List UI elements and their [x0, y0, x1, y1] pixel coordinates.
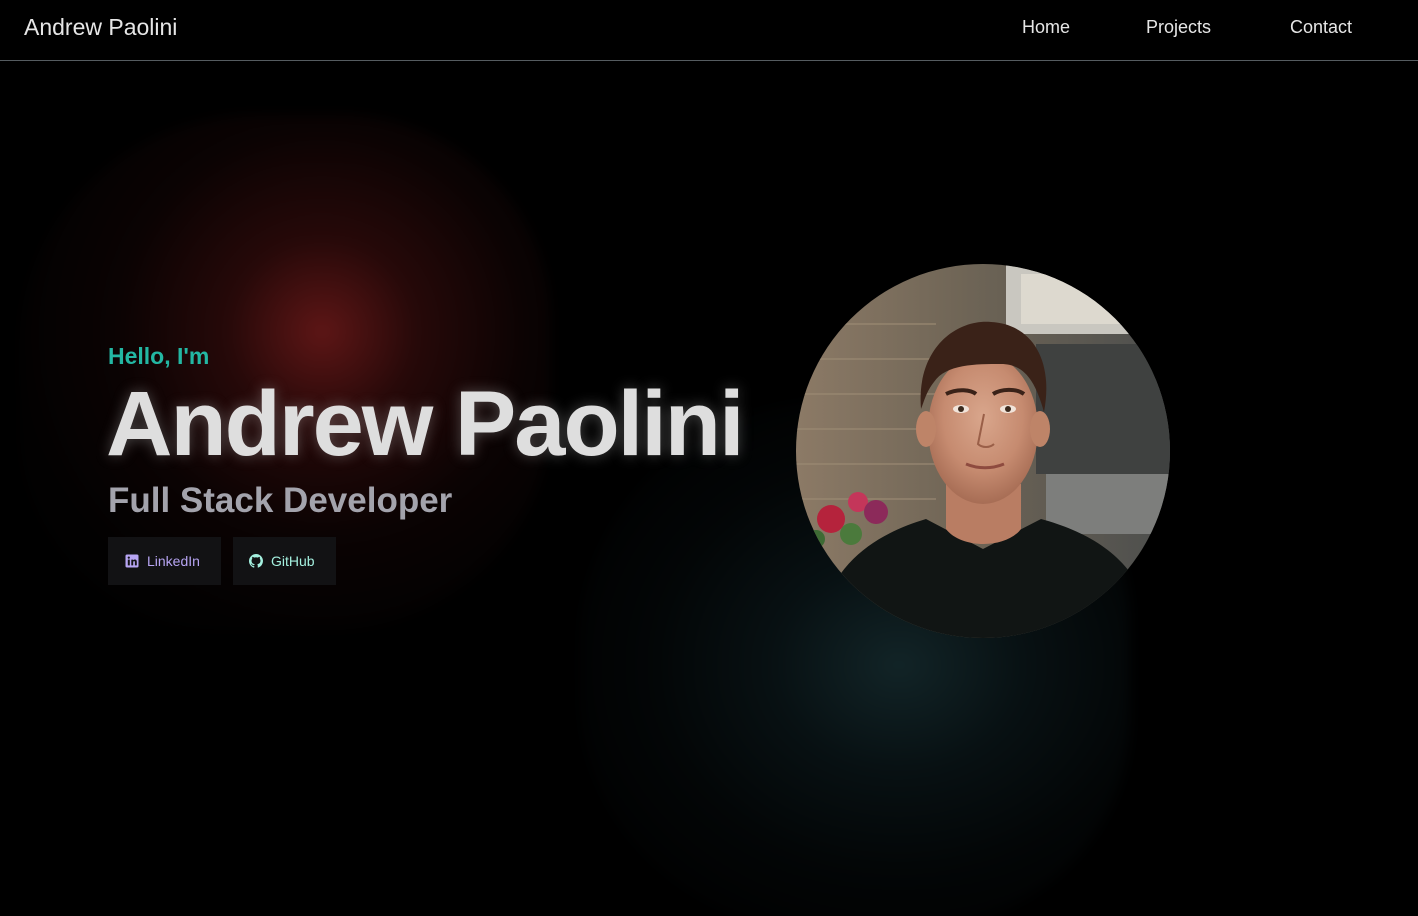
brand-name[interactable]: Andrew Paolini	[24, 14, 177, 41]
github-button-label: GitHub	[271, 553, 315, 569]
linkedin-button-label: LinkedIn	[147, 553, 200, 569]
github-icon	[249, 554, 263, 568]
github-button[interactable]: GitHub	[233, 537, 336, 585]
linkedin-button[interactable]: LinkedIn	[108, 537, 221, 585]
nav-link-projects[interactable]: Projects	[1146, 17, 1211, 38]
page: Andrew Paolini Home Projects Contact Hel…	[0, 0, 1418, 916]
hero-name-heading: Andrew Paolini	[106, 373, 745, 475]
hero-greeting: Hello, I'm	[108, 343, 210, 369]
nav-link-contact[interactable]: Contact	[1290, 17, 1352, 38]
hero-subtitle: Full Stack Developer	[108, 481, 453, 520]
linkedin-icon	[125, 554, 139, 568]
top-navbar: Andrew Paolini Home Projects Contact	[0, 0, 1418, 61]
profile-photo	[796, 264, 1170, 638]
nav-link-home[interactable]: Home	[1022, 17, 1070, 38]
